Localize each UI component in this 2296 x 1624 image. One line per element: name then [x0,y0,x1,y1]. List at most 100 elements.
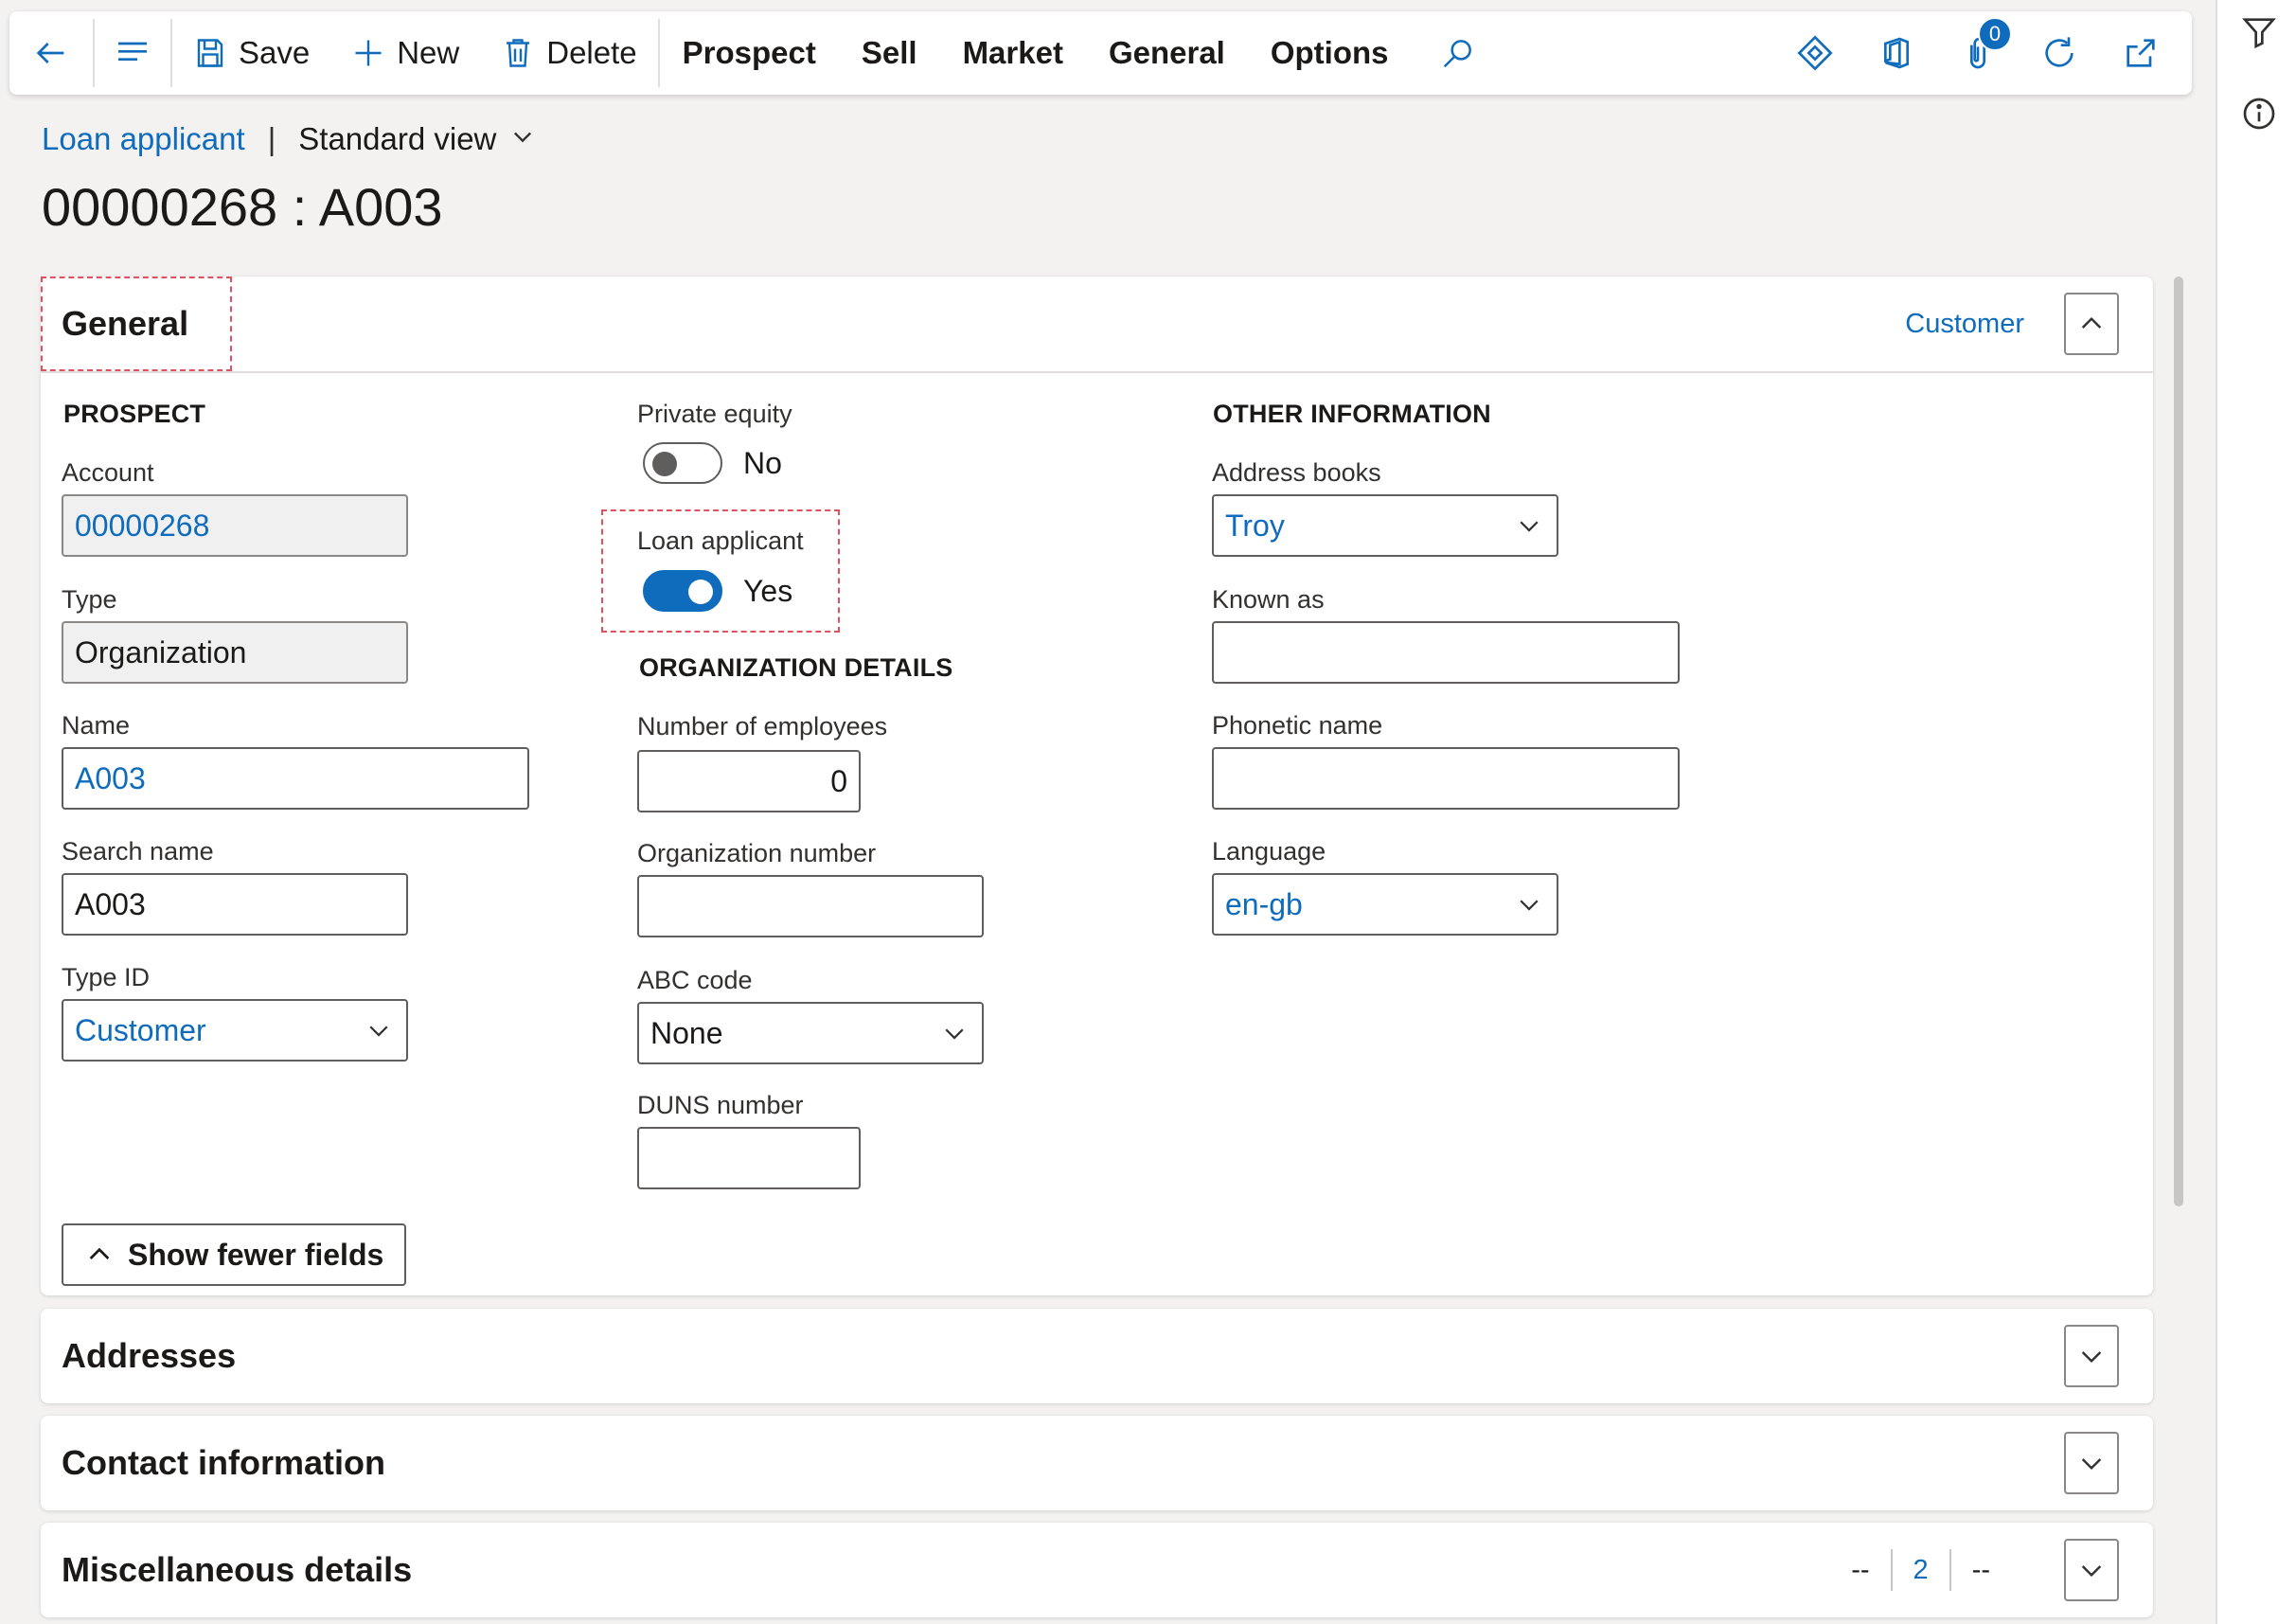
office-icon[interactable] [1878,34,1915,72]
org-details-heading: ORGANIZATION DETAILS [639,653,953,682]
phonetic-name-label: Phonetic name [1212,711,1383,740]
misc-summary-pager: -- 2 -- [1830,1549,2011,1591]
breadcrumb: Loan applicant | Standard view [42,121,536,157]
app-root: Save New Delete Prospect Sell Market Gen… [0,0,2216,1624]
new-label: New [397,35,460,70]
account-label: Account [62,458,154,487]
org-number-field[interactable] [637,875,984,937]
back-arrow-icon [32,34,70,72]
name-field[interactable]: A003 [62,747,529,810]
menu-options[interactable]: Options [1248,11,1412,95]
refresh-icon[interactable] [2040,34,2078,72]
general-divider [41,371,2153,373]
known-as-field[interactable] [1212,621,1680,684]
addresses-expand-button[interactable] [2064,1325,2119,1387]
right-rail [2216,0,2296,1624]
chevron-up-icon [89,1247,110,1259]
new-button[interactable]: New [330,11,480,95]
misc-fasttab: Miscellaneous details -- 2 -- [41,1523,2153,1617]
prospect-heading: PROSPECT [63,400,206,428]
trash-icon [501,36,535,70]
account-field[interactable]: 00000268 [62,494,408,557]
general-highlight-box [41,277,232,371]
page-title: 00000268 : A003 [42,177,443,237]
save-icon [193,36,227,70]
other-info-heading: OTHER INFORMATION [1213,400,1491,428]
addresses-title: Addresses [62,1336,237,1375]
type-field[interactable]: Organization [62,621,408,684]
contact-header[interactable]: Contact information [41,1416,2153,1510]
type-id-label: Type ID [62,963,151,991]
private-equity-switch[interactable] [643,442,722,484]
language-dropdown[interactable]: en-gb [1212,873,1558,936]
general-collapse-button[interactable] [2064,293,2119,355]
misc-expand-button[interactable] [2064,1539,2119,1601]
menu-market[interactable]: Market [940,11,1086,95]
private-equity-value: No [743,445,782,480]
name-label: Name [62,711,131,740]
loan-applicant-toggle[interactable]: Yes [643,570,792,612]
language-label: Language [1212,837,1326,866]
attachments-icon[interactable]: 0 [1959,17,2012,72]
delete-label: Delete [546,35,637,70]
search-name-field[interactable]: A003 [62,873,408,936]
menu-sell[interactable]: Sell [839,11,940,95]
chevron-down-icon [1520,521,1539,532]
misc-title: Miscellaneous details [62,1550,413,1589]
search-button[interactable] [1412,11,1504,95]
pager-prev[interactable]: -- [1830,1555,1890,1586]
menu-prospect[interactable]: Prospect [660,11,839,95]
show-fewer-label: Show fewer fields [128,1237,384,1272]
pager-number[interactable]: 2 [1893,1555,1949,1586]
abc-code-dropdown[interactable]: None [637,1002,984,1064]
chevron-down-icon [945,1028,964,1040]
address-books-label: Address books [1212,458,1381,487]
back-button[interactable] [9,11,93,95]
private-equity-toggle[interactable]: No [643,442,782,484]
employees-field[interactable]: 0 [637,750,861,812]
show-fewer-fields-button[interactable]: Show fewer fields [62,1223,407,1286]
loan-applicant-label: Loan applicant [637,526,804,555]
duns-label: DUNS number [637,1091,804,1119]
attachments-count-badge: 0 [1978,17,2012,51]
chevron-down-icon [1520,900,1539,911]
search-name-value: A003 [75,886,146,921]
page-scrollbar[interactable] [2174,277,2183,1206]
loan-applicant-switch[interactable] [643,570,722,612]
general-fasttab: General Customer PROSPECT Account 000002… [41,277,2153,1295]
filter-icon[interactable] [2240,13,2278,56]
power-apps-icon[interactable] [1796,34,1834,72]
abc-code-value: None [650,1015,723,1050]
save-label: Save [239,35,311,70]
loan-applicant-value: Yes [743,573,793,608]
type-id-dropdown[interactable]: Customer [62,999,408,1062]
view-selector[interactable]: Standard view [298,121,536,157]
info-icon[interactable] [2240,95,2278,137]
type-id-value: Customer [75,1012,206,1047]
action-pane-right: 0 [1796,17,2192,72]
pager-next[interactable]: -- [1951,1555,2011,1586]
address-books-dropdown[interactable]: Troy [1212,494,1558,557]
menu-general[interactable]: General [1086,11,1248,95]
contact-title: Contact information [62,1443,385,1482]
search-icon [1440,35,1476,71]
chevron-down-icon [2081,1565,2102,1578]
menu-button[interactable] [95,11,170,95]
chevron-down-icon [509,121,536,157]
general-header[interactable]: General Customer [41,277,2153,371]
addresses-header[interactable]: Addresses [41,1309,2153,1403]
known-as-label: Known as [1212,585,1325,614]
employees-value: 0 [830,763,847,798]
plus-icon [351,36,385,70]
chevron-down-icon [2081,1458,2102,1471]
duns-field[interactable] [637,1127,861,1189]
phonetic-name-field[interactable] [1212,747,1680,810]
action-pane: Save New Delete Prospect Sell Market Gen… [9,11,2192,95]
save-button[interactable]: Save [172,11,330,95]
open-new-window-icon[interactable] [2122,34,2160,72]
addresses-fasttab: Addresses [41,1309,2153,1403]
misc-header[interactable]: Miscellaneous details -- 2 -- [41,1523,2153,1617]
delete-button[interactable]: Delete [480,11,657,95]
contact-expand-button[interactable] [2064,1432,2119,1494]
breadcrumb-link[interactable]: Loan applicant [42,121,245,157]
